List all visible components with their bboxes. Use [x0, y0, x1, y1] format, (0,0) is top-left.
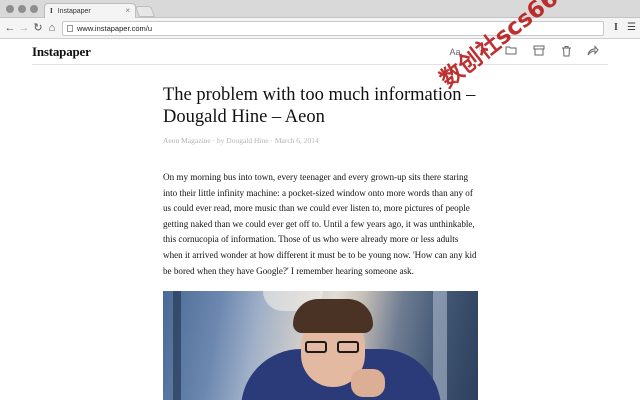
minimize-window-button[interactable]	[18, 5, 26, 13]
address-bar-url: www.instapaper.com/u	[77, 24, 153, 33]
trash-icon[interactable]	[559, 45, 573, 59]
tab-close-icon[interactable]: ×	[125, 4, 130, 18]
site-header: Instapaper Aa ♡	[32, 40, 608, 65]
instapaper-logo[interactable]: Instapaper	[32, 44, 91, 60]
forward-icon[interactable]: →	[17, 20, 31, 36]
reload-icon[interactable]: ↻	[31, 20, 45, 36]
new-tab-button[interactable]	[134, 6, 156, 17]
page-icon	[67, 25, 73, 32]
article-byline: Aeon Magazine · by Dougald Hine · March …	[163, 136, 319, 145]
home-icon[interactable]: ⌂	[45, 20, 59, 36]
maximize-window-button[interactable]	[30, 5, 38, 13]
menu-icon[interactable]: ☰	[627, 20, 636, 36]
share-icon[interactable]	[586, 45, 600, 59]
tab-title: Instapaper	[57, 8, 91, 15]
instapaper-favicon-icon: I	[50, 7, 53, 15]
close-window-button[interactable]	[6, 5, 14, 13]
back-icon[interactable]: ←	[3, 20, 17, 36]
article-body-paragraph: On my morning bus into town, every teena…	[163, 172, 477, 276]
article-title: The problem with too much information – …	[163, 85, 476, 127]
article-photo	[163, 291, 478, 400]
browser-tab[interactable]: I Instapaper ×	[44, 3, 136, 19]
instapaper-extension-button[interactable]: I	[614, 20, 618, 36]
archive-icon[interactable]	[532, 45, 546, 59]
